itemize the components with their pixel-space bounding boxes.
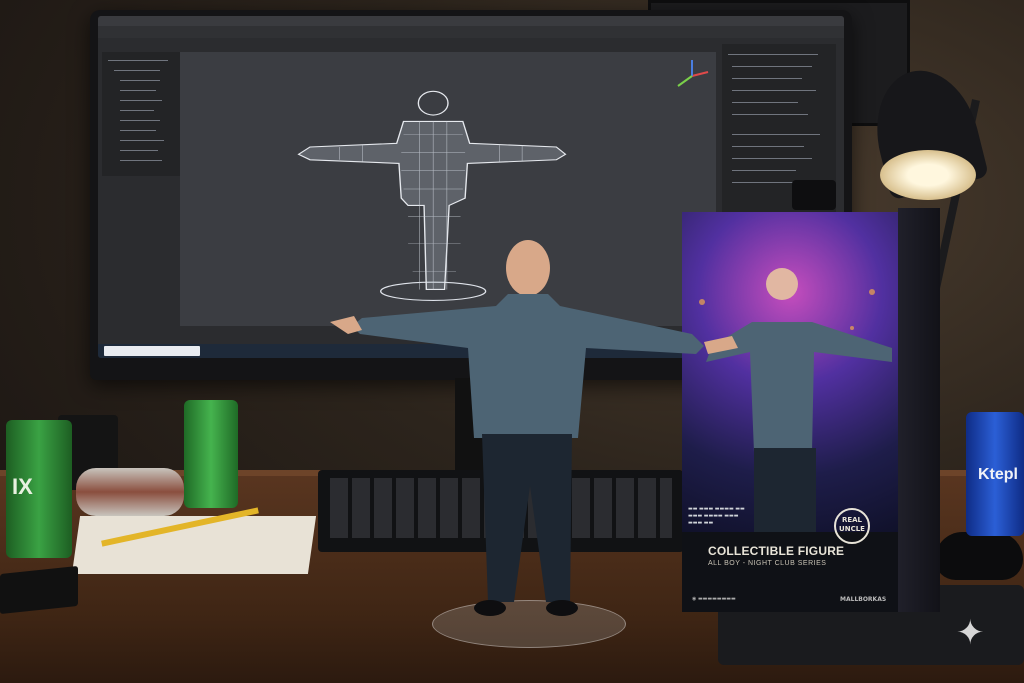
phone [0,565,78,615]
axis-gizmo-icon[interactable] [672,56,712,96]
photo-scene: IX Ktepl ▬▬ ▬▬▬ ▬▬▬▬ ▬▬ ▬▬▬ ▬▬▬▬ ▬▬▬ ▬▬▬ ▬… [0,0,1024,683]
figurine [330,240,738,616]
blue-can-right: Ktepl [966,412,1024,536]
green-can-middle [184,400,238,508]
green-can-left: IX [6,420,72,558]
box-maker-name: MALLBORKAS [840,596,887,603]
app-menubar [98,26,844,38]
crushed-can [76,468,184,516]
lamp-light [880,150,976,200]
computer-mouse [935,532,1023,580]
box-hang-tab [792,180,836,210]
sparkle-watermark-icon: ✦ [956,613,985,653]
taskbar-search [104,346,200,356]
box-side-panel [898,208,940,612]
outliner-left-panel [102,52,180,176]
box-badge-logo: REAL UNCLE [834,508,870,544]
